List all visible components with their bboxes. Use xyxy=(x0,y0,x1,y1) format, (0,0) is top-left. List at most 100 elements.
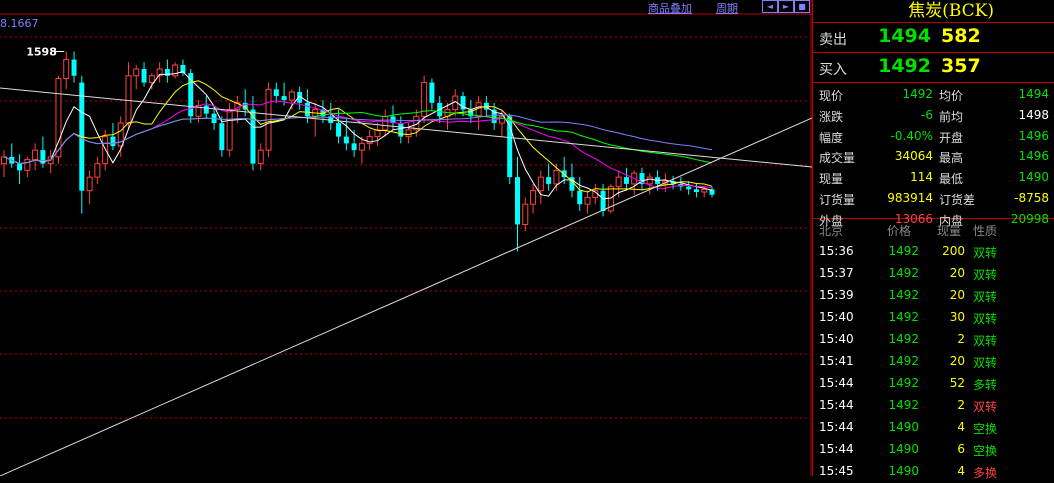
candle-body xyxy=(701,188,708,193)
candle-body xyxy=(693,189,699,193)
sell-volume: 582 xyxy=(941,25,981,47)
trade-time: 15:36 xyxy=(819,244,854,258)
stat-value: 34064 xyxy=(894,149,933,164)
candle-body xyxy=(219,123,225,151)
stat-value: 1494 xyxy=(1018,87,1049,101)
trade-row[interactable]: 15:36 1492 200 双转 xyxy=(813,241,1054,263)
candle-body xyxy=(141,69,147,83)
trade-type: 双转 xyxy=(973,246,998,260)
candle-body xyxy=(343,136,349,144)
trade-row[interactable]: 15:44 1490 6 空换 xyxy=(813,439,1054,461)
trade-volume: 20 xyxy=(949,354,965,368)
stat-value: -8758 xyxy=(1014,190,1049,205)
stat-row: 现价 1492 均价 1494 xyxy=(813,87,1054,108)
stat-row: 订货量 983914 订货差 -8758 xyxy=(813,191,1054,212)
stat-row: 幅度 -0.40% 开盘 1496 xyxy=(813,129,1054,150)
period-link[interactable]: 周期 xyxy=(716,0,738,16)
trade-price: 1492 xyxy=(888,288,919,302)
candle-body xyxy=(600,190,606,211)
stat-label: 涨跌 xyxy=(819,109,844,124)
trade-volume: 2 xyxy=(957,398,965,412)
trade-price: 1492 xyxy=(888,310,919,324)
trade-row[interactable]: 15:39 1492 20 双转 xyxy=(813,285,1054,307)
trade-time: 15:40 xyxy=(819,332,854,346)
candle-body xyxy=(398,123,404,137)
candle-body xyxy=(133,68,140,77)
trade-volume: 20 xyxy=(949,288,965,302)
stat-value: -0.40% xyxy=(890,128,933,143)
candle-body xyxy=(110,136,116,147)
candle-body xyxy=(623,177,629,184)
candle-body xyxy=(102,136,109,165)
scroll-right-button[interactable]: ► xyxy=(778,0,794,13)
candle-body xyxy=(537,176,544,192)
buy-volume: 357 xyxy=(941,55,981,77)
sell-row: 卖出 1494 582 xyxy=(813,23,1054,53)
buy-price: 1492 xyxy=(878,55,931,77)
trades-header-time: 北京 xyxy=(819,224,844,238)
candle-body xyxy=(577,190,583,205)
trade-row[interactable]: 15:41 1492 20 双转 xyxy=(813,351,1054,373)
trade-type: 空换 xyxy=(973,444,998,458)
trade-type: 双转 xyxy=(973,268,998,282)
trade-row[interactable]: 15:37 1492 20 双转 xyxy=(813,263,1054,285)
trade-row[interactable]: 15:40 1492 2 双转 xyxy=(813,329,1054,351)
candle-body xyxy=(382,115,389,131)
candle-body xyxy=(615,176,622,188)
trade-volume: 2 xyxy=(957,332,965,346)
zoom-button[interactable]: ■ xyxy=(794,0,810,13)
moving-average-line xyxy=(3,114,713,165)
sell-price: 1494 xyxy=(878,25,931,47)
candle-body xyxy=(546,177,552,184)
candle-body xyxy=(86,176,93,192)
trade-price: 1492 xyxy=(888,244,919,258)
candle-body xyxy=(553,169,560,185)
trade-price: 1490 xyxy=(888,442,919,456)
candle-body xyxy=(257,149,264,165)
candle-body xyxy=(522,203,529,225)
chart-svg[interactable]: 1598 xyxy=(0,0,812,476)
trade-time: 15:40 xyxy=(819,310,854,324)
stat-label: 最高 xyxy=(939,151,964,166)
stat-row: 现量 114 最低 1490 xyxy=(813,170,1054,191)
candle-body xyxy=(32,149,39,161)
stat-row: 成交量 34064 最高 1496 xyxy=(813,149,1054,170)
trade-time: 15:37 xyxy=(819,266,854,280)
candle-body xyxy=(429,82,435,103)
trade-volume: 200 xyxy=(942,244,965,258)
trade-type: 空换 xyxy=(973,422,998,436)
trade-type: 多换 xyxy=(973,466,998,480)
trade-price: 1492 xyxy=(888,354,919,368)
trades-list[interactable]: 15:36 1492 200 双转 15:37 1492 20 双转 15:39 1492 20 双转… xyxy=(813,241,1054,483)
trade-type: 多转 xyxy=(973,378,998,392)
stat-row: 涨跌 -6 前均 1498 xyxy=(813,108,1054,129)
trade-time: 15:41 xyxy=(819,354,854,368)
candle-body xyxy=(498,115,505,124)
instrument-title: 焦炭(BCK) xyxy=(813,0,1054,23)
candle-body xyxy=(288,91,295,101)
overlay-commodity-link[interactable]: 商品叠加 xyxy=(648,0,692,16)
trade-row[interactable]: 15:45 1490 4 多换 xyxy=(813,461,1054,483)
stat-label: 开盘 xyxy=(939,130,964,145)
trade-time: 15:44 xyxy=(819,376,854,390)
candle-body xyxy=(475,102,482,117)
candle-body xyxy=(125,75,132,124)
stat-label: 前均 xyxy=(939,109,964,124)
candle-body xyxy=(226,109,233,151)
trade-row[interactable]: 15:44 1490 4 空换 xyxy=(813,417,1054,439)
trade-time: 15:44 xyxy=(819,420,854,434)
trade-row[interactable]: 15:44 1492 52 多转 xyxy=(813,373,1054,395)
stat-value: -6 xyxy=(921,107,933,122)
candle-body xyxy=(405,129,412,138)
scroll-left-button[interactable]: ◄ xyxy=(762,0,778,13)
trade-row[interactable]: 15:44 1492 2 双转 xyxy=(813,395,1054,417)
trade-type: 双转 xyxy=(973,334,998,348)
trade-row[interactable]: 15:40 1492 30 双转 xyxy=(813,307,1054,329)
buy-label: 买入 xyxy=(819,62,847,78)
candlestick-chart[interactable]: 1598 xyxy=(0,0,812,476)
stat-value: 983914 xyxy=(887,190,933,205)
stat-value: 1492 xyxy=(902,87,933,101)
stat-label: 成交量 xyxy=(819,151,856,166)
candle-body xyxy=(351,143,357,151)
quote-stats: 现价 1492 均价 1494 涨跌 -6 前均 1498 幅度 -0.40% 开盘 1496 成交量 3… xyxy=(813,83,1054,228)
